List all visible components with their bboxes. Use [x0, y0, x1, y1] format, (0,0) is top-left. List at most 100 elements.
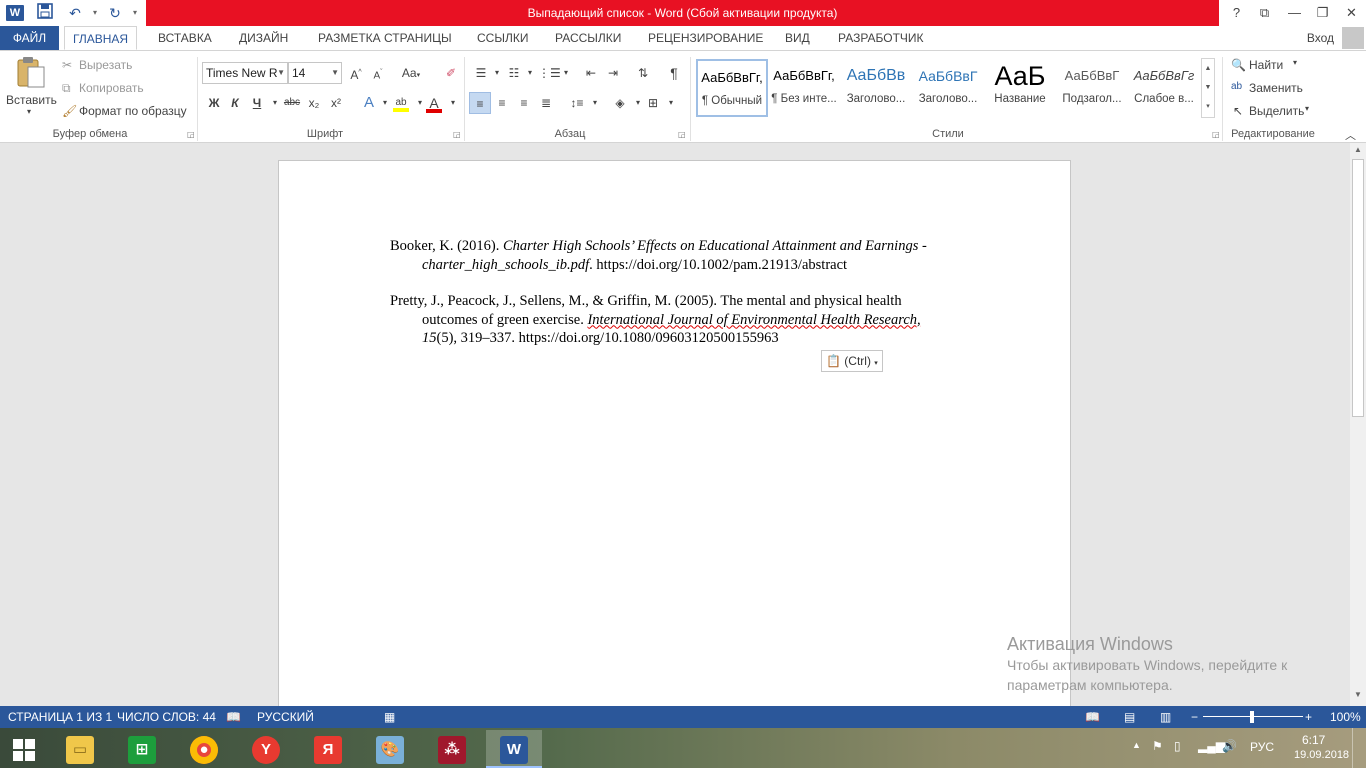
- language-indicator[interactable]: РУССКИЙ: [257, 706, 314, 728]
- style-subtitle[interactable]: АаБбВвГ Подзагол...: [1056, 59, 1128, 117]
- input-language[interactable]: РУС: [1250, 740, 1274, 754]
- minimize-button[interactable]: —: [1280, 0, 1309, 26]
- line-spacing-dropdown-icon[interactable]: ▾: [584, 92, 606, 114]
- tray-overflow-icon[interactable]: ▲: [1132, 740, 1141, 750]
- tab-developer[interactable]: РАЗРАБОТЧИК: [830, 26, 932, 50]
- select-dropdown-icon[interactable]: ▾: [1305, 104, 1309, 113]
- read-mode-icon[interactable]: 📖: [1085, 706, 1100, 728]
- superscript-button[interactable]: x²: [325, 92, 347, 114]
- multilevel-dropdown-icon[interactable]: ▾: [555, 62, 577, 84]
- undo-icon[interactable]: ↶: [64, 3, 86, 23]
- sort-icon[interactable]: ⇅: [632, 62, 654, 84]
- zoom-out-icon[interactable]: −: [1191, 706, 1198, 728]
- style-no-spacing[interactable]: АаБбВвГг, ¶ Без инте...: [768, 59, 840, 117]
- tab-file[interactable]: ФАЙЛ: [0, 26, 59, 50]
- style-title[interactable]: АаБ Название: [984, 59, 1056, 117]
- tab-view[interactable]: ВИД: [777, 26, 818, 50]
- yandex-browser-icon[interactable]: Y: [238, 730, 294, 768]
- gallery-up-icon[interactable]: ▲: [1202, 59, 1214, 78]
- copy-button[interactable]: Копировать: [79, 81, 144, 95]
- action-center-icon[interactable]: ⚑: [1152, 739, 1163, 753]
- web-layout-icon[interactable]: ▥: [1160, 706, 1171, 728]
- paragraph-launcher-icon[interactable]: ◲: [678, 130, 686, 139]
- sign-in-link[interactable]: Вход: [1307, 26, 1334, 50]
- print-layout-icon[interactable]: ▤: [1124, 706, 1135, 728]
- clock-date[interactable]: 19.09.2018: [1294, 749, 1349, 761]
- clock-time[interactable]: 6:17: [1302, 733, 1325, 747]
- save-icon[interactable]: [34, 3, 56, 23]
- file-explorer-icon[interactable]: ▭: [52, 730, 108, 768]
- style-heading-2[interactable]: АаБбВвГ Заголово...: [912, 59, 984, 117]
- grow-font-button[interactable]: A^: [345, 62, 367, 84]
- collapse-ribbon-icon[interactable]: ︿: [1345, 127, 1356, 143]
- undo-dropdown-icon[interactable]: ▾: [84, 3, 106, 23]
- network-icon[interactable]: ▂▄▆: [1198, 739, 1225, 753]
- windows-start-icon[interactable]: [0, 730, 48, 768]
- change-case-button[interactable]: Aa▾: [397, 62, 425, 84]
- proofing-icon[interactable]: 📖: [226, 706, 241, 728]
- store-icon[interactable]: ⊞: [114, 730, 170, 768]
- volume-icon[interactable]: 🔊: [1222, 739, 1237, 753]
- paste-options-button[interactable]: 📋 (Ctrl) ▾: [821, 350, 883, 372]
- replace-icon[interactable]: ab: [1231, 81, 1242, 92]
- format-painter-button[interactable]: Формат по образцу: [79, 104, 187, 118]
- styles-launcher-icon[interactable]: ◲: [1212, 130, 1220, 139]
- chrome-icon[interactable]: ●: [176, 730, 232, 768]
- find-dropdown-icon[interactable]: ▾: [1293, 58, 1297, 67]
- select-icon[interactable]: ↖: [1233, 104, 1243, 118]
- clipboard-launcher-icon[interactable]: ◲: [187, 130, 195, 139]
- tab-layout[interactable]: РАЗМЕТКА СТРАНИЦЫ: [310, 26, 460, 50]
- zoom-in-icon[interactable]: +: [1305, 706, 1312, 728]
- style-heading-1[interactable]: АаБбВв Заголово...: [840, 59, 912, 117]
- style-subtle-emphasis[interactable]: АаБбВвГг Слабое в...: [1128, 59, 1200, 117]
- paint-icon[interactable]: 🎨: [362, 730, 418, 768]
- tab-mailings[interactable]: РАССЫЛКИ: [547, 26, 629, 50]
- cut-button[interactable]: Вырезать: [79, 58, 132, 72]
- replace-button[interactable]: Заменить: [1249, 81, 1303, 95]
- scroll-down-icon[interactable]: ▼: [1350, 690, 1366, 704]
- vertical-scrollbar[interactable]: ▲ ▼: [1350, 143, 1366, 706]
- macro-icon[interactable]: ▦: [384, 706, 395, 728]
- align-center-icon[interactable]: ≡: [491, 92, 513, 114]
- yandex-icon[interactable]: Я: [300, 730, 356, 768]
- decrease-indent-icon[interactable]: ⇤: [580, 62, 602, 84]
- borders-dropdown-icon[interactable]: ▾: [660, 92, 682, 114]
- document-page[interactable]: Booker, K. (2016). Charter High Schools’…: [278, 160, 1071, 706]
- italic-button[interactable]: К: [224, 92, 246, 114]
- justify-icon[interactable]: ≣: [535, 92, 557, 114]
- shrink-font-button[interactable]: Aˇ: [367, 62, 389, 84]
- restore-button[interactable]: ❐: [1308, 0, 1337, 26]
- tab-insert[interactable]: ВСТАВКА: [150, 26, 220, 50]
- gallery-down-icon[interactable]: ▼: [1202, 78, 1214, 97]
- word-count[interactable]: ЧИСЛО СЛОВ: 44: [117, 706, 216, 728]
- gallery-more-icon[interactable]: ▾: [1202, 97, 1214, 116]
- close-button[interactable]: ✕: [1337, 0, 1366, 26]
- tab-home[interactable]: ГЛАВНАЯ: [64, 26, 138, 50]
- bold-button[interactable]: Ж: [203, 92, 225, 114]
- show-marks-button[interactable]: ¶: [663, 62, 685, 84]
- tab-references[interactable]: ССЫЛКИ: [469, 26, 536, 50]
- format-painter-icon[interactable]: 🖌: [62, 104, 77, 118]
- paste-dropdown-icon[interactable]: ▾: [27, 107, 31, 116]
- cut-icon[interactable]: ✂: [62, 58, 72, 72]
- zoom-slider-thumb[interactable]: [1250, 711, 1254, 723]
- font-color-dropdown-icon[interactable]: ▾: [442, 92, 464, 114]
- redo-icon[interactable]: ↻: [104, 3, 126, 23]
- style-normal[interactable]: АаБбВвГг, ¶ Обычный: [696, 59, 768, 117]
- avatar[interactable]: [1342, 27, 1364, 49]
- font-name-combo[interactable]: Times New R ▼: [202, 62, 288, 84]
- scroll-up-icon[interactable]: ▲: [1350, 145, 1366, 159]
- paste-button[interactable]: Вставить: [6, 93, 57, 107]
- align-left-icon[interactable]: ≡: [469, 92, 491, 114]
- help-button[interactable]: ?: [1222, 0, 1251, 26]
- font-launcher-icon[interactable]: ◲: [453, 130, 461, 139]
- copy-icon[interactable]: ⧉: [62, 81, 71, 96]
- clear-formatting-icon[interactable]: ✐: [440, 62, 462, 84]
- increase-indent-icon[interactable]: ⇥: [602, 62, 624, 84]
- mendeley-icon[interactable]: ⁂: [424, 730, 480, 768]
- customize-quick-access-icon[interactable]: ▾: [124, 3, 146, 23]
- find-icon[interactable]: 🔍: [1231, 58, 1246, 72]
- ribbon-display-button[interactable]: ⧉: [1250, 0, 1279, 26]
- subscript-button[interactable]: x₂: [303, 92, 325, 114]
- show-desktop-button[interactable]: [1352, 728, 1360, 768]
